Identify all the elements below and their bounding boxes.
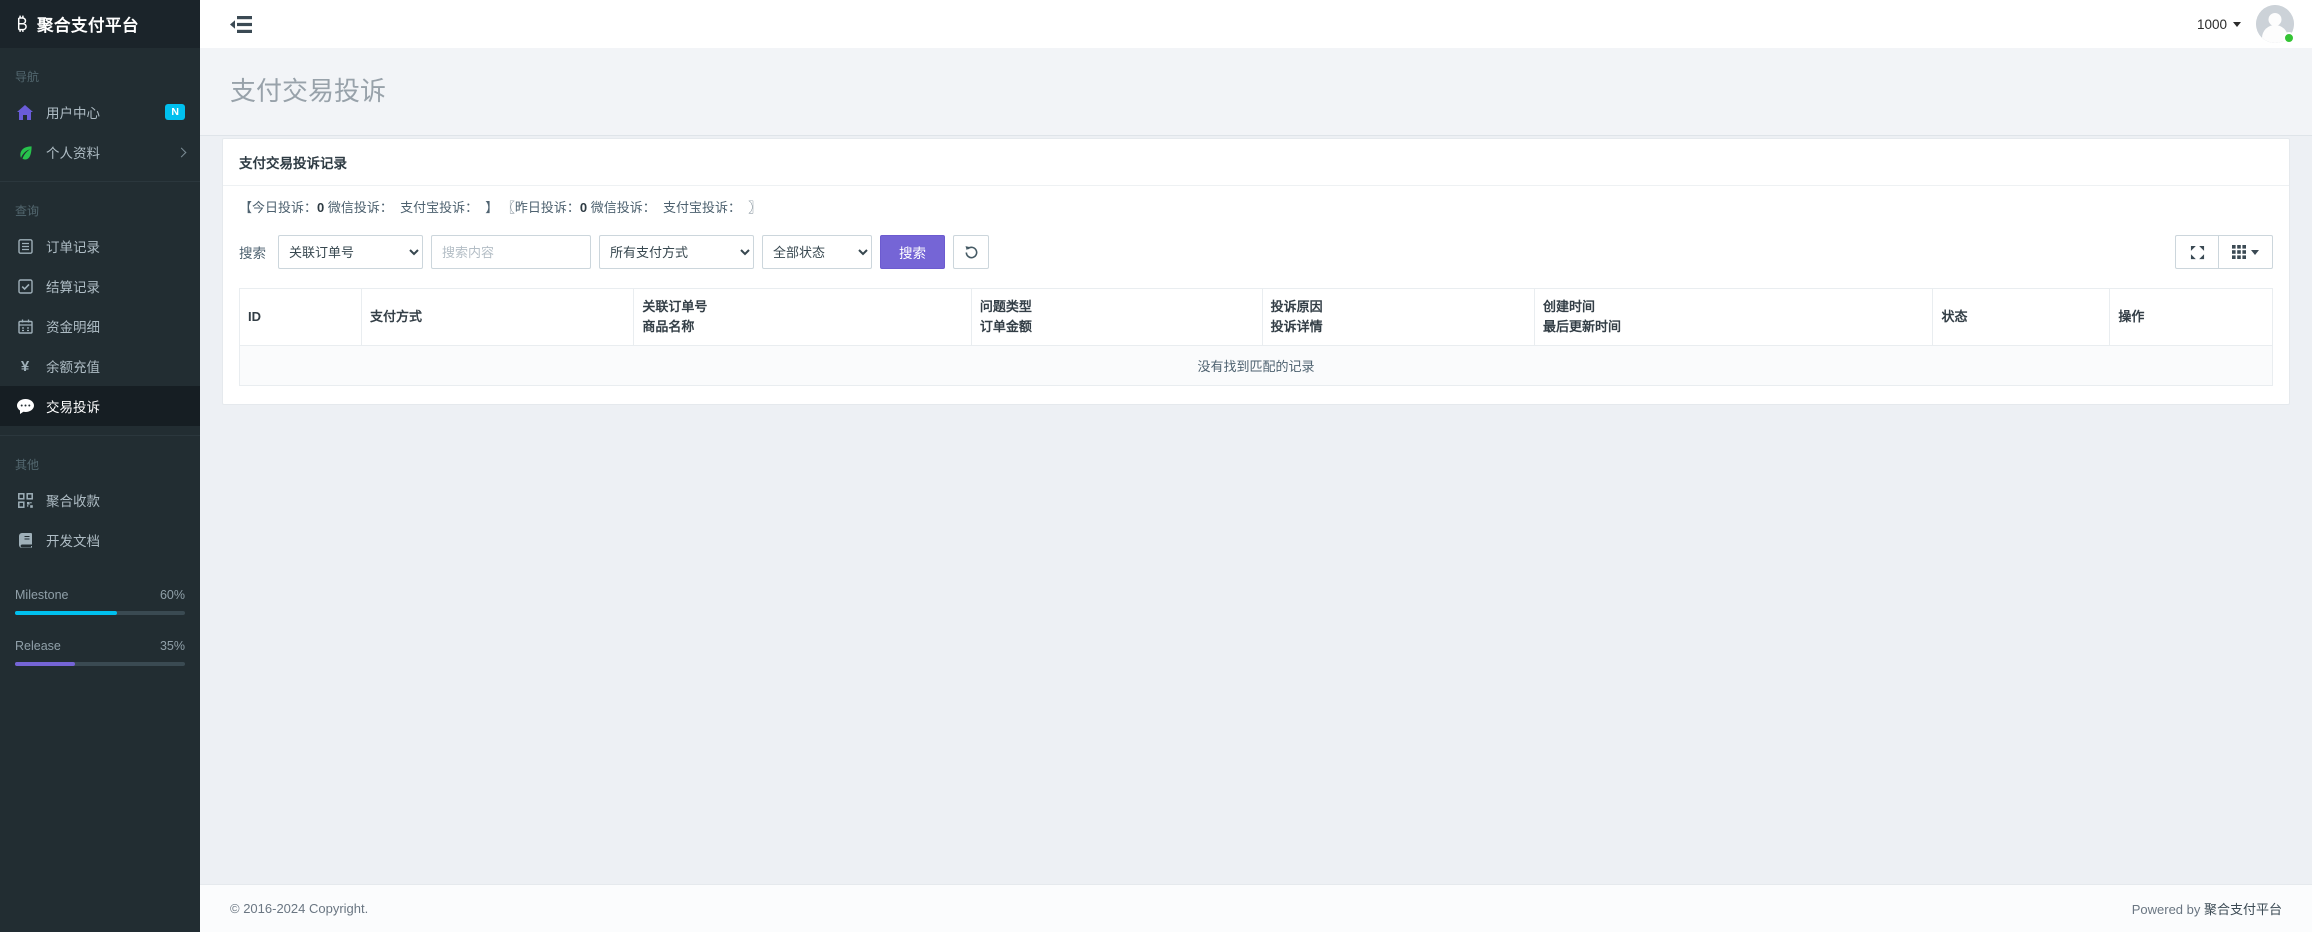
col-payment-method: 支付方式 bbox=[361, 289, 633, 346]
sidebar-item-label: 开发文档 bbox=[46, 530, 100, 550]
search-field-select[interactable]: 关联订单号 bbox=[278, 235, 423, 269]
sidebar: 聚合支付平台 导航 用户中心 N 个人资料 查询 订单记录 结算记录 资金明细 bbox=[0, 0, 200, 932]
sidebar-item-transaction-complaints[interactable]: 交易投诉 bbox=[0, 386, 200, 426]
progress-label: Milestone bbox=[15, 588, 69, 602]
main-area: 1000 支付交易投诉 支付交易投诉记录 【今日投诉：0 微信投诉： 支付宝投诉… bbox=[200, 0, 2312, 932]
sidebar-item-label: 交易投诉 bbox=[46, 396, 100, 416]
progress-track bbox=[15, 611, 185, 615]
columns-button[interactable] bbox=[2219, 235, 2273, 269]
calendar-icon bbox=[15, 319, 35, 334]
sidebar-item-label: 订单记录 bbox=[46, 236, 100, 256]
bitcoin-icon bbox=[15, 15, 28, 33]
sidebar-item-label: 余额充值 bbox=[46, 356, 100, 376]
col-created-updated-time: 创建时间最后更新时间 bbox=[1535, 289, 1933, 346]
sidebar-item-label: 结算记录 bbox=[46, 276, 100, 296]
sidebar-item-label: 用户中心 bbox=[46, 102, 100, 122]
sidebar-item-profile[interactable]: 个人资料 bbox=[0, 132, 200, 172]
qrcode-icon bbox=[15, 493, 35, 508]
powered-by-prefix: Powered by bbox=[2132, 902, 2204, 917]
table-header-row: ID 支付方式 关联订单号商品名称 问题类型订单金额 投诉原因投诉详情 创建时间… bbox=[240, 289, 2273, 346]
caret-down-icon bbox=[2233, 22, 2241, 27]
sidebar-item-user-center[interactable]: 用户中心 N bbox=[0, 92, 200, 132]
topbar: 1000 bbox=[200, 0, 2312, 48]
col-actions: 操作 bbox=[2110, 289, 2273, 346]
col-id: ID bbox=[240, 289, 362, 346]
col-complaint-reason-detail: 投诉原因投诉详情 bbox=[1262, 289, 1534, 346]
sidebar-item-label: 聚合收款 bbox=[46, 490, 100, 510]
online-status-dot bbox=[2283, 32, 2295, 44]
progress-label: Release bbox=[15, 639, 61, 653]
progress-track bbox=[15, 662, 185, 666]
copyright-text: © 2016-2024 Copyright. bbox=[230, 901, 368, 916]
empty-row-message: 没有找到匹配的记录 bbox=[240, 346, 2273, 386]
panel-title: 支付交易投诉记录 bbox=[223, 139, 2289, 186]
sidebar-item-label: 个人资料 bbox=[46, 142, 100, 162]
nav-section-label: 导航 bbox=[0, 48, 200, 92]
table-tools-group bbox=[2175, 235, 2273, 269]
sidebar-progress-section: Milestone 60% Release 35% bbox=[0, 560, 200, 666]
payment-method-select[interactable]: 所有支付方式 bbox=[599, 235, 754, 269]
nav-section-label: 查询 bbox=[0, 182, 200, 226]
grid-icon bbox=[2232, 245, 2246, 259]
expand-icon bbox=[2190, 245, 2205, 260]
stats-segment: 微信投诉： 支付宝投诉： 】 〖昨日投诉： bbox=[324, 200, 580, 215]
status-badge: N bbox=[165, 104, 185, 121]
complaints-table-wrap: ID 支付方式 关联订单号商品名称 问题类型订单金额 投诉原因投诉详情 创建时间… bbox=[223, 284, 2289, 404]
col-order-no-product: 关联订单号商品名称 bbox=[634, 289, 971, 346]
sidebar-item-order-records[interactable]: 订单记录 bbox=[0, 226, 200, 266]
book-icon bbox=[15, 533, 35, 548]
search-input[interactable] bbox=[431, 235, 591, 269]
sidebar-item-aggregate-collection[interactable]: 聚合收款 bbox=[0, 480, 200, 520]
sidebar-toggle-button[interactable] bbox=[230, 16, 252, 33]
check-square-icon bbox=[15, 279, 35, 294]
search-label: 搜索 bbox=[239, 242, 266, 262]
complaints-table: ID 支付方式 关联订单号商品名称 问题类型订单金额 投诉原因投诉详情 创建时间… bbox=[239, 288, 2273, 386]
empty-row: 没有找到匹配的记录 bbox=[240, 346, 2273, 386]
sidebar-item-balance-recharge[interactable]: ¥ 余额充值 bbox=[0, 346, 200, 386]
progress-value: 60% bbox=[160, 588, 185, 602]
sidebar-item-fund-details[interactable]: 资金明细 bbox=[0, 306, 200, 346]
progress-bar bbox=[15, 662, 75, 666]
status-select[interactable]: 全部状态 bbox=[762, 235, 872, 269]
progress-milestone: Milestone 60% bbox=[15, 588, 185, 615]
sidebar-item-dev-docs[interactable]: 开发文档 bbox=[0, 520, 200, 560]
leaf-icon bbox=[15, 145, 35, 160]
search-toolbar: 搜索 关联订单号 所有支付方式 全部状态 搜索 bbox=[223, 220, 2289, 284]
yen-icon: ¥ bbox=[15, 358, 35, 375]
stats-segment: 微信投诉： 支付宝投诉： 〗 bbox=[587, 200, 761, 215]
nav-section-label: 其他 bbox=[0, 436, 200, 480]
chevron-right-icon bbox=[177, 147, 187, 157]
app-title: 聚合支付平台 bbox=[37, 12, 139, 36]
app-logo[interactable]: 聚合支付平台 bbox=[0, 0, 200, 48]
fullscreen-button[interactable] bbox=[2175, 235, 2219, 269]
footer: © 2016-2024 Copyright. Powered by 聚合支付平台 bbox=[200, 884, 2312, 932]
page-heading: 支付交易投诉 bbox=[200, 48, 2312, 136]
home-icon bbox=[15, 105, 35, 120]
search-button[interactable]: 搜索 bbox=[880, 235, 945, 269]
user-menu-label: 1000 bbox=[2197, 17, 2227, 32]
sidebar-item-settlement-records[interactable]: 结算记录 bbox=[0, 266, 200, 306]
avatar[interactable] bbox=[2256, 5, 2294, 43]
powered-by-text: Powered by 聚合支付平台 bbox=[2132, 899, 2282, 918]
powered-by-link[interactable]: 聚合支付平台 bbox=[2204, 902, 2282, 917]
progress-release: Release 35% bbox=[15, 639, 185, 666]
stats-line: 【今日投诉：0 微信投诉： 支付宝投诉： 】 〖昨日投诉：0 微信投诉： 支付宝… bbox=[223, 186, 2289, 220]
content-area: 支付交易投诉记录 【今日投诉：0 微信投诉： 支付宝投诉： 】 〖昨日投诉：0 … bbox=[200, 136, 2312, 884]
comment-icon bbox=[15, 399, 35, 414]
user-menu[interactable]: 1000 bbox=[2197, 17, 2241, 32]
stats-segment: 【今日投诉： bbox=[239, 200, 317, 215]
progress-bar bbox=[15, 611, 117, 615]
list-icon bbox=[15, 239, 35, 254]
caret-down-icon bbox=[2251, 250, 2259, 255]
progress-value: 35% bbox=[160, 639, 185, 653]
refresh-icon bbox=[964, 245, 979, 260]
col-status: 状态 bbox=[1933, 289, 2110, 346]
complaints-panel: 支付交易投诉记录 【今日投诉：0 微信投诉： 支付宝投诉： 】 〖昨日投诉：0 … bbox=[222, 138, 2290, 405]
outdent-icon bbox=[230, 16, 252, 33]
col-issue-type-amount: 问题类型订单金额 bbox=[971, 289, 1262, 346]
page-title: 支付交易投诉 bbox=[230, 76, 2282, 107]
sidebar-item-label: 资金明细 bbox=[46, 316, 100, 336]
refresh-button[interactable] bbox=[953, 235, 989, 269]
